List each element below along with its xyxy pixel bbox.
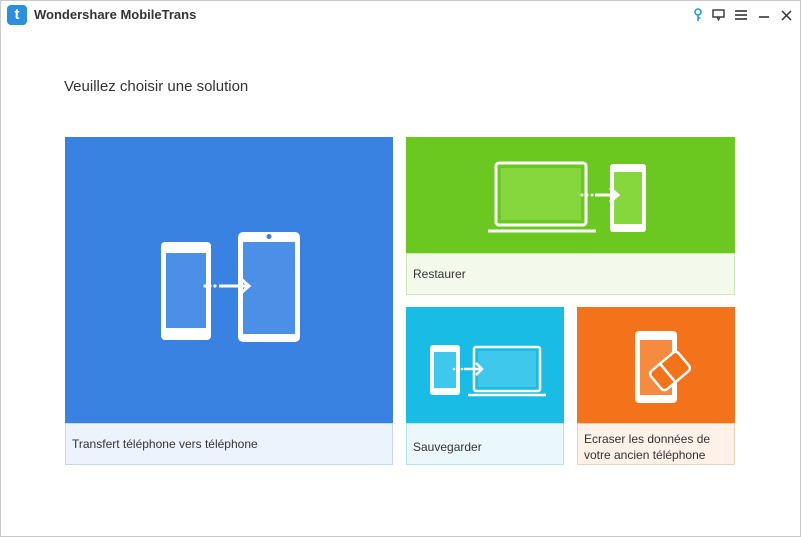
menu-icon[interactable] xyxy=(732,6,750,24)
app-window: t Wondershare MobileTrans Veuillez chois… xyxy=(0,0,801,537)
app-logo-icon: t xyxy=(7,5,27,25)
tile-label: Ecraser les données de votre ancien télé… xyxy=(577,423,735,465)
tile-backup[interactable]: Sauvegarder xyxy=(406,307,564,465)
feedback-icon[interactable] xyxy=(709,6,727,24)
key-icon[interactable] xyxy=(689,6,707,24)
tile-phone-to-phone[interactable]: Transfert téléphone vers téléphone xyxy=(65,137,393,465)
close-icon[interactable] xyxy=(777,6,795,24)
page-title: Veuillez choisir une solution xyxy=(64,78,249,95)
title-bar[interactable]: t Wondershare MobileTrans xyxy=(1,1,800,29)
phone-to-laptop-icon xyxy=(406,307,564,423)
laptop-to-phone-icon xyxy=(406,137,735,253)
tile-label: Transfert téléphone vers téléphone xyxy=(65,423,393,465)
minimize-icon[interactable] xyxy=(755,6,773,24)
tile-label: Sauvegarder xyxy=(406,423,564,465)
phone-to-phone-icon xyxy=(65,137,393,423)
phone-eraser-icon xyxy=(577,307,735,423)
tile-erase[interactable]: Ecraser les données de votre ancien télé… xyxy=(577,307,735,465)
tile-restore[interactable]: Restaurer xyxy=(406,137,735,295)
tile-label: Restaurer xyxy=(406,253,735,295)
app-title: Wondershare MobileTrans xyxy=(34,7,197,22)
